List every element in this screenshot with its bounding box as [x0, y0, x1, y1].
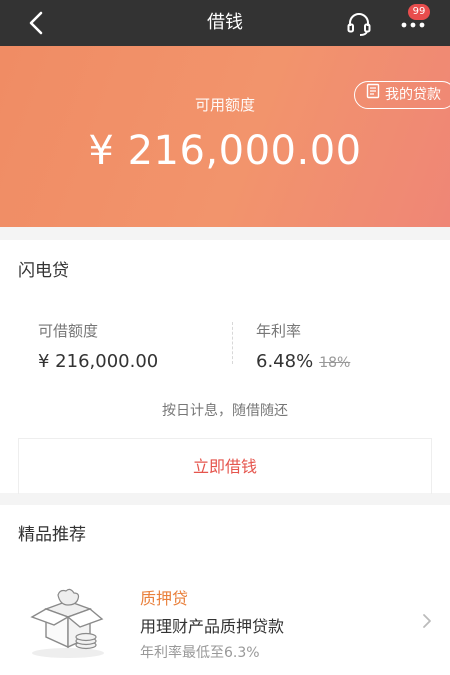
document-icon [365, 82, 381, 108]
flash-loan-card: 闪电贷 可借额度 ¥ 216,000.00 年利率 6.48% 18% 按日计息，… [0, 240, 450, 494]
recommend-section: 精品推荐 质押贷 用理财产品质押贷款 年利率最低至6.3% [0, 505, 450, 675]
column-divider [232, 322, 233, 364]
box-coins-icon[interactable] [28, 587, 108, 659]
credit-banner: 可用额度 ¥ 216,000.00 我的贷款 [0, 46, 450, 227]
my-loans-label: 我的贷款 [385, 87, 441, 103]
page-title: 借钱 [207, 12, 243, 33]
borrow-now-button[interactable]: 立即借钱 [18, 438, 432, 494]
original-rate: 18% [319, 355, 351, 371]
borrowable-value: ¥ 216,000.00 [38, 351, 159, 372]
rate-column: 年利率 6.48% 18% [256, 320, 350, 372]
interest-note: 按日计息，随借随还 [162, 403, 288, 419]
available-column: 可借额度 ¥ 216,000.00 [38, 320, 158, 372]
chevron-right-icon[interactable] [420, 613, 434, 629]
product-description: 用理财产品质押贷款 [140, 617, 285, 636]
available-credit-amount: ¥ 216,000.00 [88, 128, 362, 174]
flash-loan-title: 闪电贷 [18, 261, 69, 281]
product-rate: 年利率最低至6.3% [140, 645, 260, 661]
annual-rate-label: 年利率 [256, 322, 302, 340]
headset-icon[interactable] [344, 9, 374, 39]
my-loans-button[interactable]: 我的贷款 [354, 81, 450, 109]
borrowable-label: 可借额度 [38, 322, 99, 340]
top-nav-bar: 借钱 99 [0, 0, 450, 46]
annual-rate: 6.48% 18% [256, 351, 350, 372]
notification-badge: 99 [408, 4, 430, 20]
annual-rate-value: 6.48% [256, 351, 314, 372]
product-title[interactable]: 质押贷 [140, 585, 188, 609]
recommend-title: 精品推荐 [18, 525, 86, 545]
